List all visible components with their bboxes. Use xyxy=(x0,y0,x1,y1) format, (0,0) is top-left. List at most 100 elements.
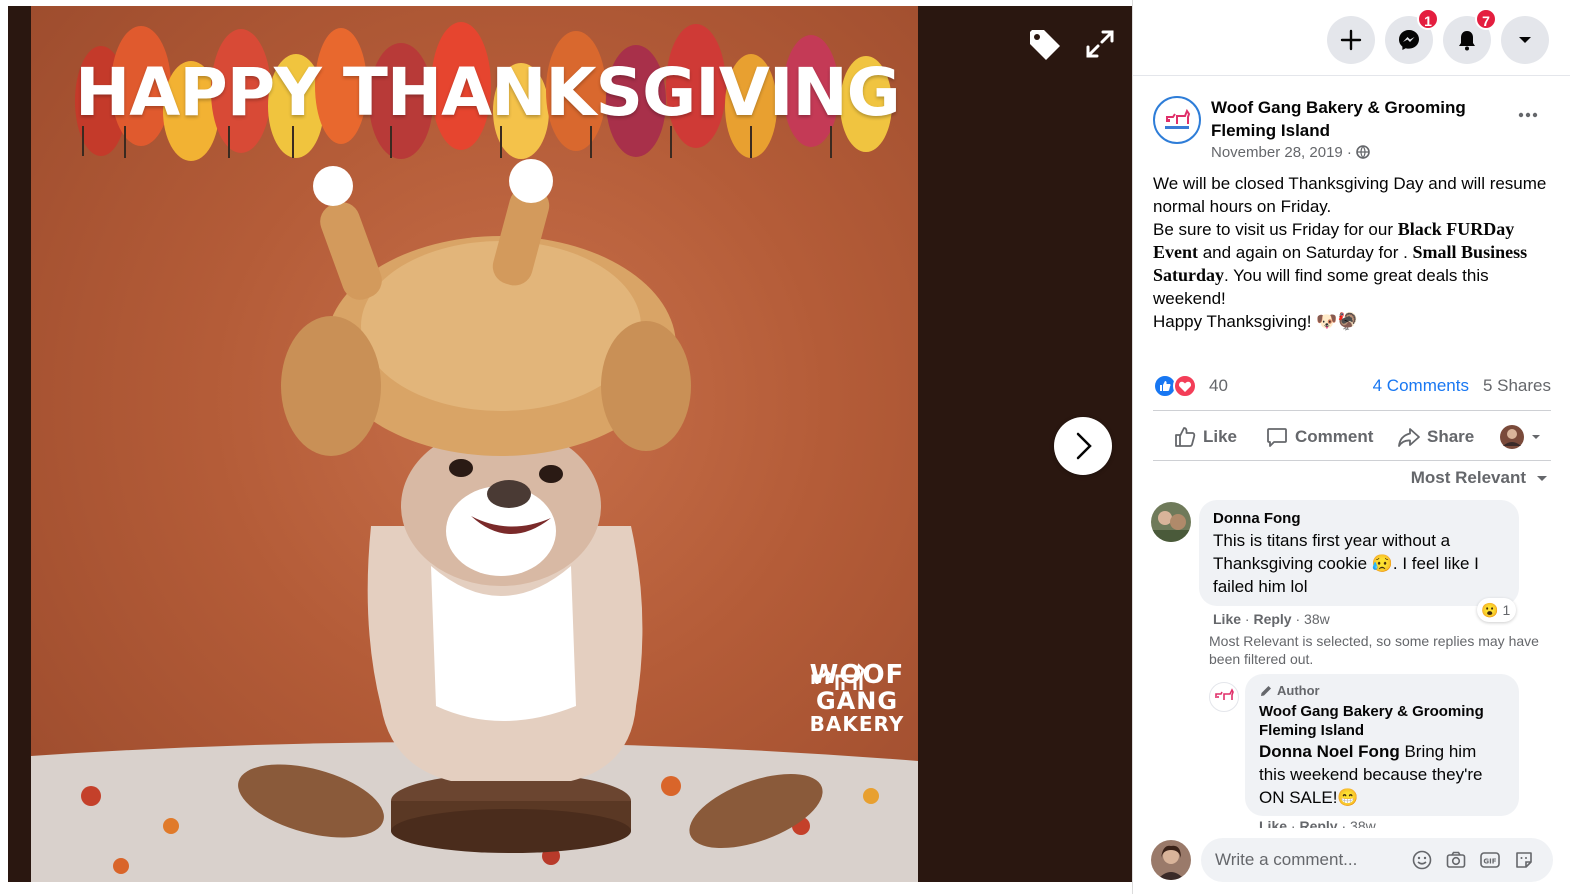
post-photo: HAPPY THANKSGIVING WOOF GANG BAKERY xyxy=(31,6,918,882)
post-options-button[interactable] xyxy=(1515,102,1541,128)
notifications-badge: 7 xyxy=(1475,8,1497,30)
reactions-summary: 40 4 Comments 5 Shares xyxy=(1153,372,1551,400)
user-avatar-icon xyxy=(1151,840,1191,880)
commenter-name[interactable]: Donna Fong xyxy=(1213,510,1505,527)
messenger-icon xyxy=(1399,30,1419,50)
plus-icon xyxy=(1340,29,1362,51)
post-text-segment: Be sure to visit us Friday for our xyxy=(1153,220,1398,239)
comment-bubble: Donna Fong This is titans first year wit… xyxy=(1199,500,1519,606)
expand-icon xyxy=(1086,30,1114,58)
author-badge: Author xyxy=(1259,683,1505,698)
post-date-text: November 28, 2019 · xyxy=(1211,144,1357,161)
tag-icon xyxy=(1030,30,1060,60)
comment-reaction-summary[interactable]: 😮 1 xyxy=(1477,598,1517,622)
account-menu-button[interactable] xyxy=(1501,16,1549,64)
wow-icon: 😮 xyxy=(1481,601,1499,618)
french-bulldog xyxy=(367,426,643,781)
page-name[interactable]: Woof Gang Bakery & Grooming Fleming Isla… xyxy=(1211,96,1511,142)
comment-sort-dropdown[interactable]: Most Relevant xyxy=(1411,468,1548,488)
post-date[interactable]: November 28, 2019 · xyxy=(1211,144,1370,161)
tag-photo-button[interactable] xyxy=(1024,24,1064,64)
reply-author-avatar[interactable] xyxy=(1209,682,1239,712)
page-avatar[interactable] xyxy=(1153,96,1201,144)
filter-notice: Most Relevant is selected, so some repli… xyxy=(1209,633,1539,667)
shares-count-link[interactable]: 5 Shares xyxy=(1483,376,1551,396)
next-photo-button[interactable] xyxy=(1054,417,1112,475)
comment-text: This is titans first year without a Than… xyxy=(1213,531,1479,596)
reply-reply-link[interactable]: Reply xyxy=(1299,818,1337,828)
gif-icon[interactable]: GIF xyxy=(1479,849,1501,871)
post-line-events: Be sure to visit us Friday for our Black… xyxy=(1153,218,1558,310)
reply-meta: Like · Reply · 38w xyxy=(1259,818,1376,828)
comment-reaction-count: 1 xyxy=(1502,602,1511,618)
post-line-closed: We will be closed Thanksgiving Day and w… xyxy=(1153,174,1547,216)
reply-bubble: Author Woof Gang Bakery & Grooming Flemi… xyxy=(1245,674,1519,816)
woof-gang-logo: WOOF GANG BAKERY xyxy=(807,661,907,737)
comment-composer: GIF xyxy=(1201,838,1553,882)
mention-link[interactable]: Donna Noel Fong xyxy=(1259,742,1400,761)
thumbs-up-icon xyxy=(1175,427,1196,447)
comment-bubble-icon xyxy=(1267,428,1287,447)
reply-like-link[interactable]: Like xyxy=(1259,818,1287,828)
comments-count-link[interactable]: 4 Comments xyxy=(1373,376,1469,396)
messenger-button[interactable]: 1 xyxy=(1385,8,1439,64)
photo-headline: HAPPY THANKSGIVING xyxy=(75,54,901,131)
photo-viewer: HAPPY THANKSGIVING WOOF GANG BAKERY xyxy=(8,6,1132,882)
post-text: We will be closed Thanksgiving Day and w… xyxy=(1153,172,1558,333)
comment-like-link[interactable]: Like xyxy=(1213,611,1241,627)
smiley-icon[interactable] xyxy=(1411,849,1433,871)
globe-icon xyxy=(1356,145,1370,160)
logo-line-gang: GANG xyxy=(815,687,899,716)
woof-gang-avatar-icon xyxy=(1215,688,1234,700)
caret-down-icon xyxy=(1532,435,1540,439)
share-arrow-icon xyxy=(1398,428,1420,447)
like-button[interactable]: Like xyxy=(1173,424,1237,450)
camera-icon[interactable] xyxy=(1445,849,1467,871)
caret-down-icon xyxy=(1519,37,1531,43)
caret-down-icon xyxy=(1537,476,1547,481)
bell-icon xyxy=(1459,31,1475,51)
sticker-icon[interactable] xyxy=(1513,849,1535,871)
share-label: Share xyxy=(1427,427,1475,446)
like-label: Like xyxy=(1203,427,1238,446)
facebook-photo-viewer: HAPPY THANKSGIVING WOOF GANG BAKERY 1 7 … xyxy=(0,0,1570,894)
woof-gang-avatar-icon xyxy=(1165,108,1191,129)
comment-time[interactable]: 38w xyxy=(1304,611,1330,627)
react-as-selector[interactable] xyxy=(1499,424,1541,450)
reply-author-name[interactable]: Woof Gang Bakery & Grooming Fleming Isla… xyxy=(1259,702,1505,740)
post-line-greeting: Happy Thanksgiving! 🐶🦃 xyxy=(1153,312,1359,331)
turkey-hat xyxy=(281,159,691,456)
reaction-count[interactable]: 40 xyxy=(1209,376,1228,396)
photo-illustration xyxy=(31,22,918,882)
comment-button[interactable]: Comment xyxy=(1265,424,1373,450)
top-bar: 1 7 xyxy=(1133,0,1570,76)
reply-text: Donna Noel Fong Bring him this weekend b… xyxy=(1259,740,1505,809)
svg-text:GIF: GIF xyxy=(1483,858,1496,866)
messenger-badge: 1 xyxy=(1417,8,1439,30)
post-actions: Like Comment Share xyxy=(1153,416,1551,456)
current-user-avatar[interactable] xyxy=(1151,840,1191,880)
like-love-reactions-icon[interactable] xyxy=(1153,374,1201,398)
user-avatar-icon xyxy=(1500,425,1524,449)
commenter-avatar[interactable] xyxy=(1151,502,1191,542)
comment-input[interactable] xyxy=(1215,838,1405,882)
reply-time[interactable]: 38w xyxy=(1350,818,1376,828)
comment-reply-link[interactable]: Reply xyxy=(1253,611,1291,627)
avatar-photo-icon xyxy=(1151,502,1191,542)
ellipsis-icon xyxy=(1518,112,1538,118)
post-panel: 1 7 Woof Gang Bakery & Grooming Fleming … xyxy=(1132,0,1570,894)
comment-label: Comment xyxy=(1295,427,1374,446)
comment-meta: Like · Reply · 38w xyxy=(1213,611,1330,627)
share-button[interactable]: Share xyxy=(1397,424,1474,450)
author-label: Author xyxy=(1277,683,1320,698)
logo-line-bakery: BAKERY xyxy=(809,712,905,737)
pencil-icon xyxy=(1261,685,1271,696)
divider xyxy=(1153,410,1551,411)
notifications-button[interactable]: 7 xyxy=(1443,8,1497,64)
create-button[interactable] xyxy=(1327,16,1375,64)
divider xyxy=(1153,460,1551,461)
post-text-segment: and again on Saturday for . xyxy=(1198,243,1413,262)
chevron-right-icon xyxy=(1076,432,1092,460)
fullscreen-button[interactable] xyxy=(1080,24,1120,64)
sort-label: Most Relevant xyxy=(1410,468,1526,487)
